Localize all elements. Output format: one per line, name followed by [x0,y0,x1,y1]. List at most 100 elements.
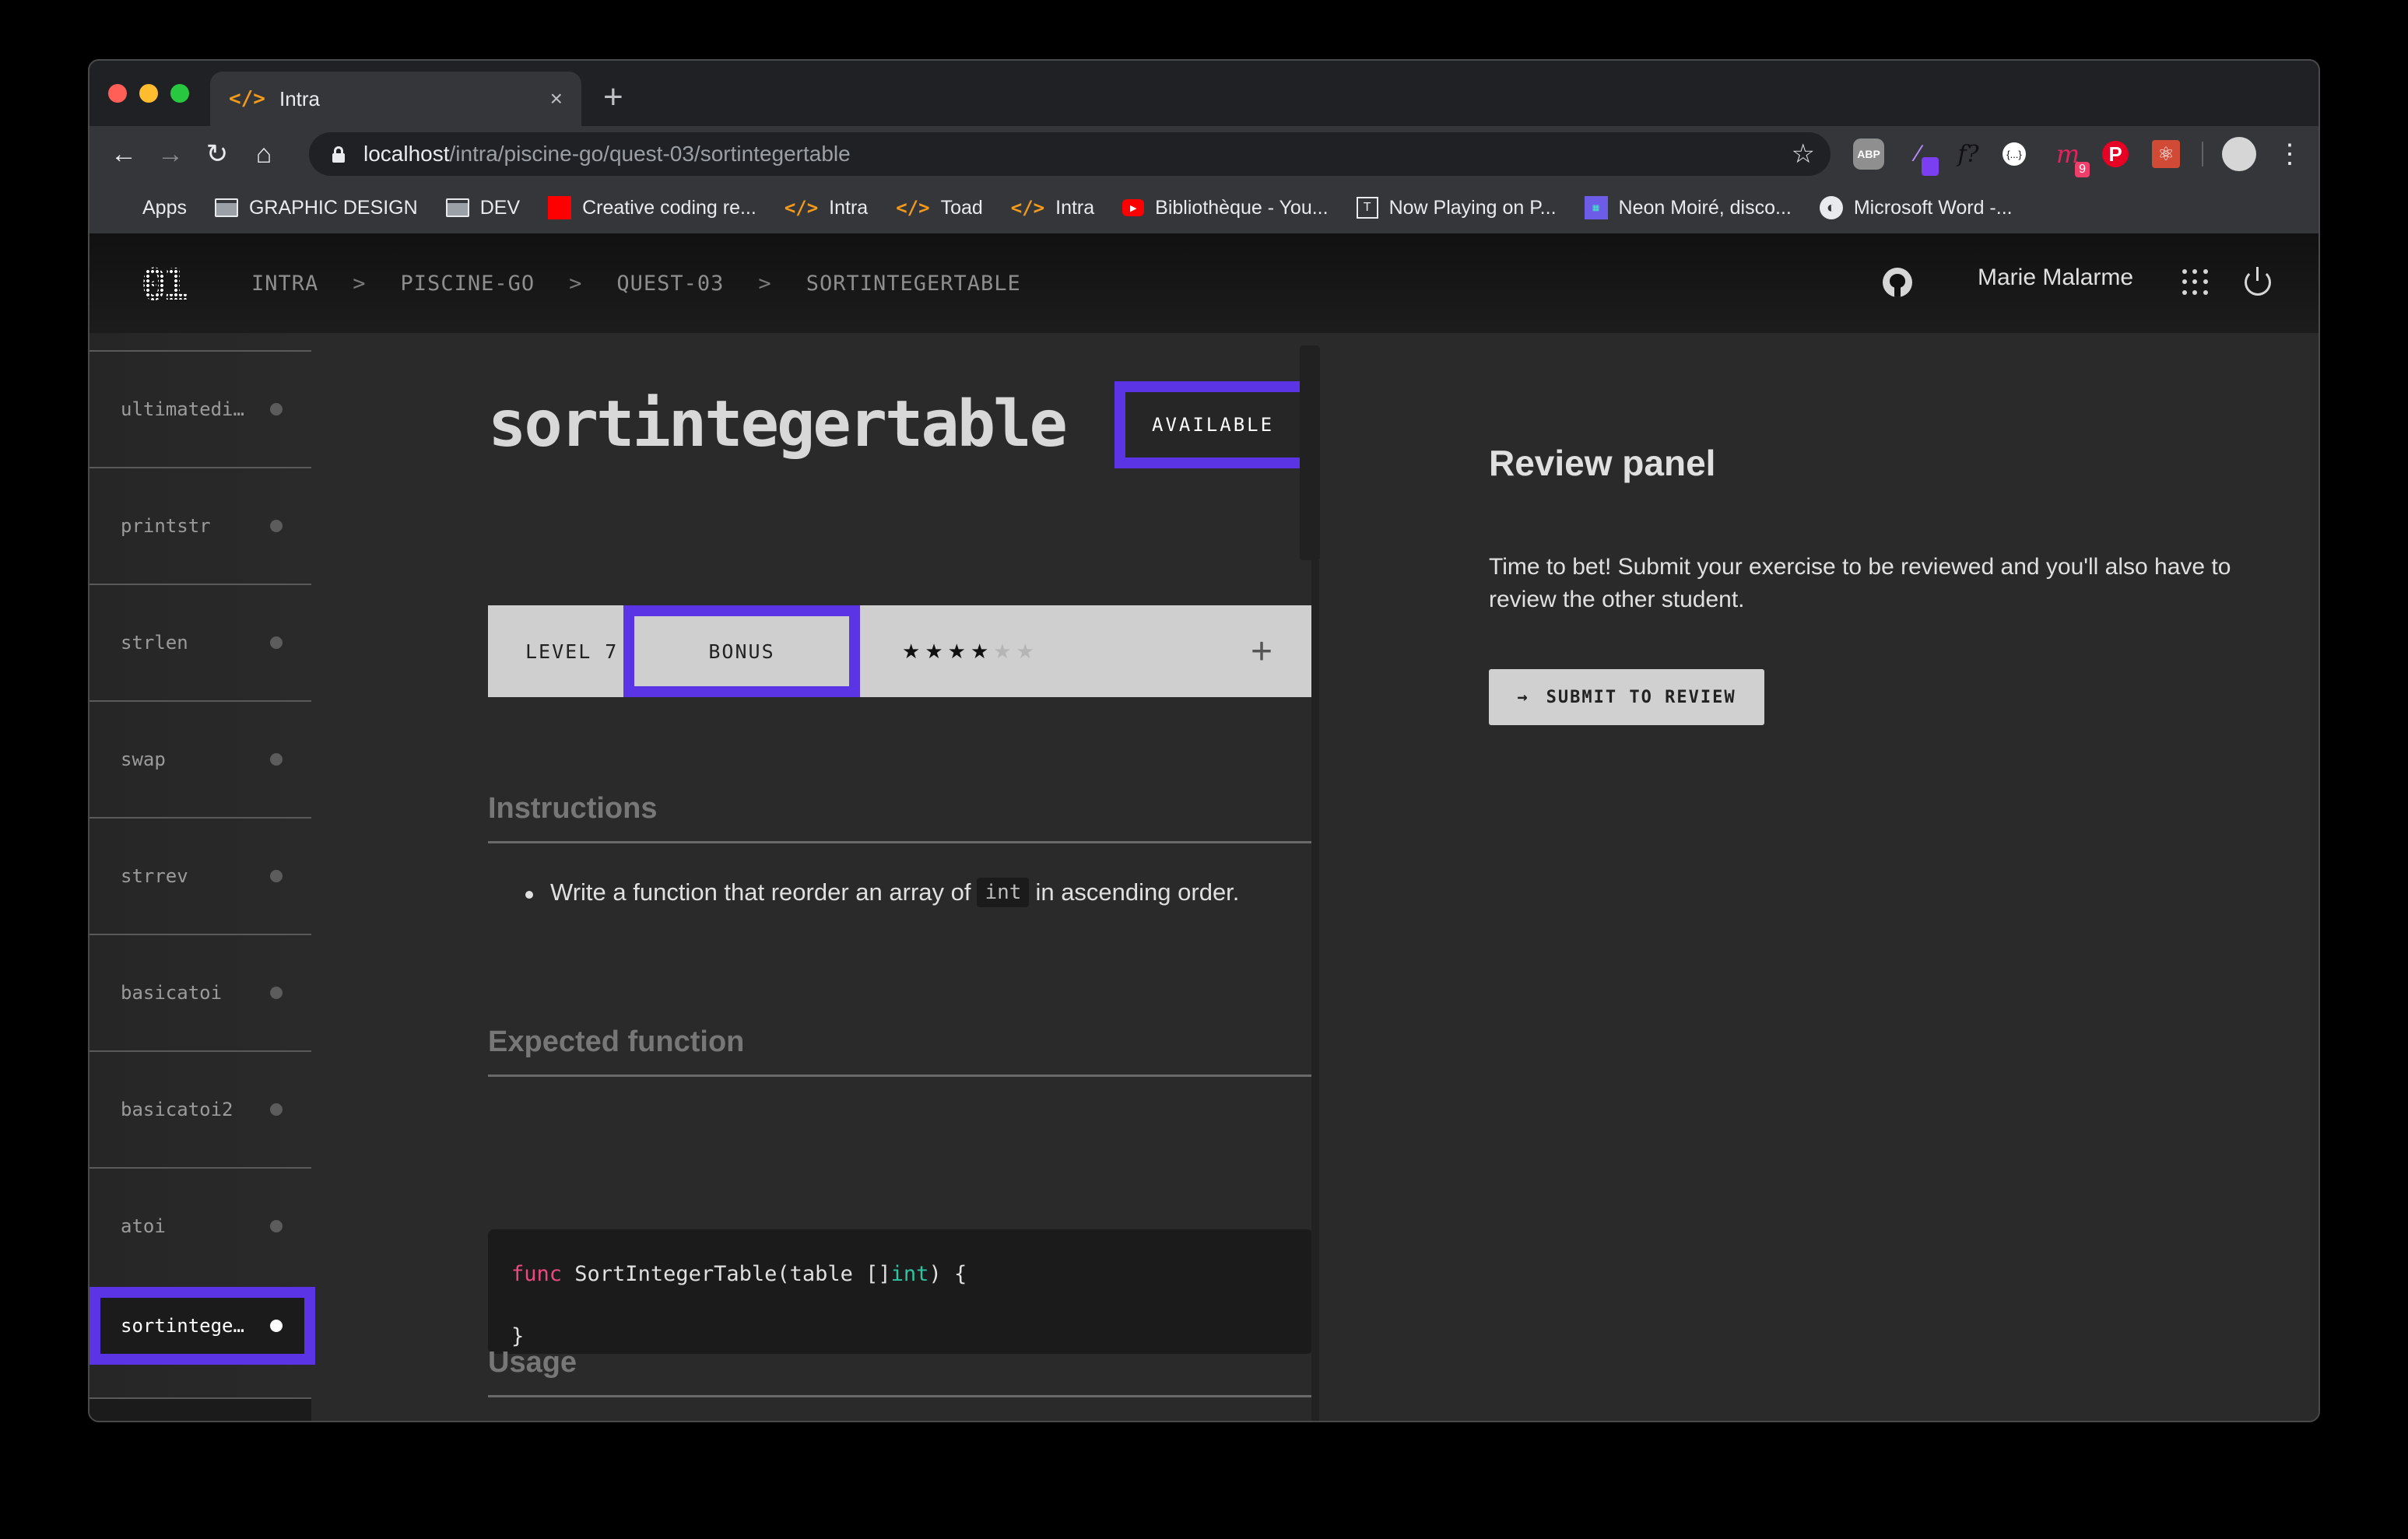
submit-label: SUBMIT TO REVIEW [1546,687,1736,707]
profile-avatar[interactable] [2222,137,2256,171]
breadcrumb-intra[interactable]: INTRA [251,272,318,296]
font-identifier-icon[interactable]: f? [1953,138,1984,170]
tab-title: Intra [279,86,320,110]
status-dot [270,753,283,766]
sidebar-item-label: ultimatediv… [121,398,254,420]
bonus-tag[interactable]: BONUS [623,605,860,697]
bookmark-label: DEV [479,196,521,219]
sidebar-item-strrev[interactable]: strrev [90,817,311,934]
content-scrollbar-track[interactable] [1311,560,1319,1421]
breadcrumb-sortintegertable[interactable]: SORTINTEGERTABLE [806,272,1021,296]
power-icon[interactable] [2245,267,2271,296]
sidebar-item-printstr[interactable]: printstr [90,467,311,584]
content-scrollbar-thumb[interactable] [1300,345,1320,560]
reload-icon[interactable]: ↻ [198,135,236,173]
sidebar-item-sortintegertable[interactable]: sortinteger… [90,1287,315,1365]
pinterest-icon[interactable]: P [2102,141,2129,167]
instruction-text: Write a function that reorder an array o… [550,878,971,906]
bookmark-toad[interactable]: </> Toad [896,197,983,219]
sidebar-item-ultimatedivmod[interactable]: ultimatediv… [90,350,311,467]
code-signature-end: ) { [928,1262,967,1286]
bookmark-apps[interactable]: Apps [110,197,187,219]
bookmark-star-icon[interactable]: ☆ [1792,138,1815,170]
inline-code: int [977,878,1030,907]
plus-icon[interactable]: + [1251,630,1272,673]
sidebar-item-basicatoi[interactable]: basicatoi [90,934,311,1050]
bookmark-label: Creative coding re... [582,196,756,219]
toolbar-divider [2202,142,2203,167]
exercise-title: sortintegertable [488,387,1068,461]
code-brackets-icon: </> [229,87,265,110]
bookmark-now-playing[interactable]: T Now Playing on P... [1356,197,1557,219]
close-window-button[interactable] [108,84,127,103]
sidebar-item-label: swap [121,748,166,770]
neon-icon: ▦ [1584,196,1608,219]
sidebar-item-label: strrev [121,865,188,887]
difficulty-stars: ★ ★ ★ ★ ★ ★ [902,640,1039,664]
browser-tab[interactable]: </> Intra × [210,72,581,126]
breadcrumb-separator: > [353,271,367,296]
tab-strip: </> Intra × + [90,61,2318,126]
forward-arrow-icon[interactable]: → [152,135,189,173]
logo[interactable]: 01 [141,264,189,307]
status-dot [270,636,283,649]
sidebar-item-swap[interactable]: swap [90,700,311,817]
bookmark-creative-coding[interactable]: Creative coding re... [548,196,756,219]
status-dot [270,870,283,882]
apps-menu-icon[interactable] [2182,269,2209,296]
code-signature: SortIntegerTable(table [] [562,1262,891,1286]
breadcrumb-quest-03[interactable]: QUEST-03 [616,272,724,296]
youtube-icon: ▶ [1122,199,1145,216]
breadcrumb-piscine-go[interactable]: PISCINE-GO [401,272,535,296]
instruction-item: Write a function that reorder an array o… [525,878,1239,907]
bookmark-label: Neon Moiré, disco... [1618,196,1792,219]
code-brackets-icon: </> [784,197,819,219]
status-dot [270,987,283,999]
back-arrow-icon[interactable]: ← [105,135,142,173]
exercise-content: sortintegertable AVAILABLE LEVEL 7 BONUS… [400,333,1318,1421]
folder-icon [214,198,238,217]
bookmark-intra[interactable]: </> Intra [785,197,868,219]
sidebar-item-label: strlen [121,632,188,654]
submit-to-review-button[interactable]: → SUBMIT TO REVIEW [1489,669,1764,725]
m-extension-icon[interactable]: m9 [2052,138,2090,177]
home-icon[interactable]: ⌂ [245,135,283,173]
maximize-window-button[interactable] [170,84,189,103]
bookmark-label: Toad [940,196,983,219]
close-icon[interactable]: × [550,86,563,111]
instructions-heading: Instructions [488,792,1313,843]
red-square-icon [548,196,572,219]
bookmark-youtube[interactable]: ▶ Bibliothèque - You... [1122,197,1329,219]
adblock-icon[interactable]: ABP [1853,138,1884,170]
status-dot [270,403,283,415]
sidebar-item-basicatoi2[interactable]: basicatoi2 [90,1050,311,1167]
lock-icon [332,146,345,163]
sidebar-item-atoi[interactable]: atoi [90,1167,311,1284]
sidebar-item-strlen[interactable]: strlen [90,584,311,700]
bookmark-neon-moire[interactable]: ▦ Neon Moiré, disco... [1584,196,1792,219]
bookmark-label: Apps [142,196,187,219]
color-picker-icon[interactable]: ⁄ [1903,138,1939,176]
bookmark-dev[interactable]: DEV [445,196,521,219]
url-path: /intra/piscine-go/quest-03/sortintegerta… [449,142,851,166]
bookmark-label: GRAPHIC DESIGN [248,196,418,219]
review-panel-description: Time to bet! Submit your exercise to be … [1489,554,2231,612]
bookmarks-bar: Apps GRAPHIC DESIGN DEV Creative coding … [90,182,2318,233]
sidebar-item-next[interactable] [90,1397,311,1421]
bookmark-graphic-design[interactable]: GRAPHIC DESIGN [214,196,418,219]
folder-icon [445,198,469,217]
star-empty-icon: ★ [1016,639,1034,663]
bookmark-microsoft-word[interactable]: ◐ Microsoft Word -... [1819,196,2013,219]
new-tab-button[interactable]: + [603,78,623,117]
status-badge[interactable]: AVAILABLE [1114,381,1318,468]
notification-badge: 9 [2075,162,2090,177]
github-icon[interactable] [1883,268,1912,297]
json-viewer-icon[interactable]: {...} [2003,142,2026,166]
code-brackets-icon: </> [1010,197,1045,219]
user-name[interactable]: Marie Malarme [1978,265,2133,291]
address-bar[interactable]: localhost/intra/piscine-go/quest-03/sort… [309,132,1831,176]
bookmark-intra-2[interactable]: </> Intra [1011,197,1094,219]
minimize-window-button[interactable] [139,84,158,103]
more-menu-icon[interactable]: ⋮ [2276,137,2303,171]
react-devtools-icon[interactable]: ⚛ [2152,140,2180,168]
